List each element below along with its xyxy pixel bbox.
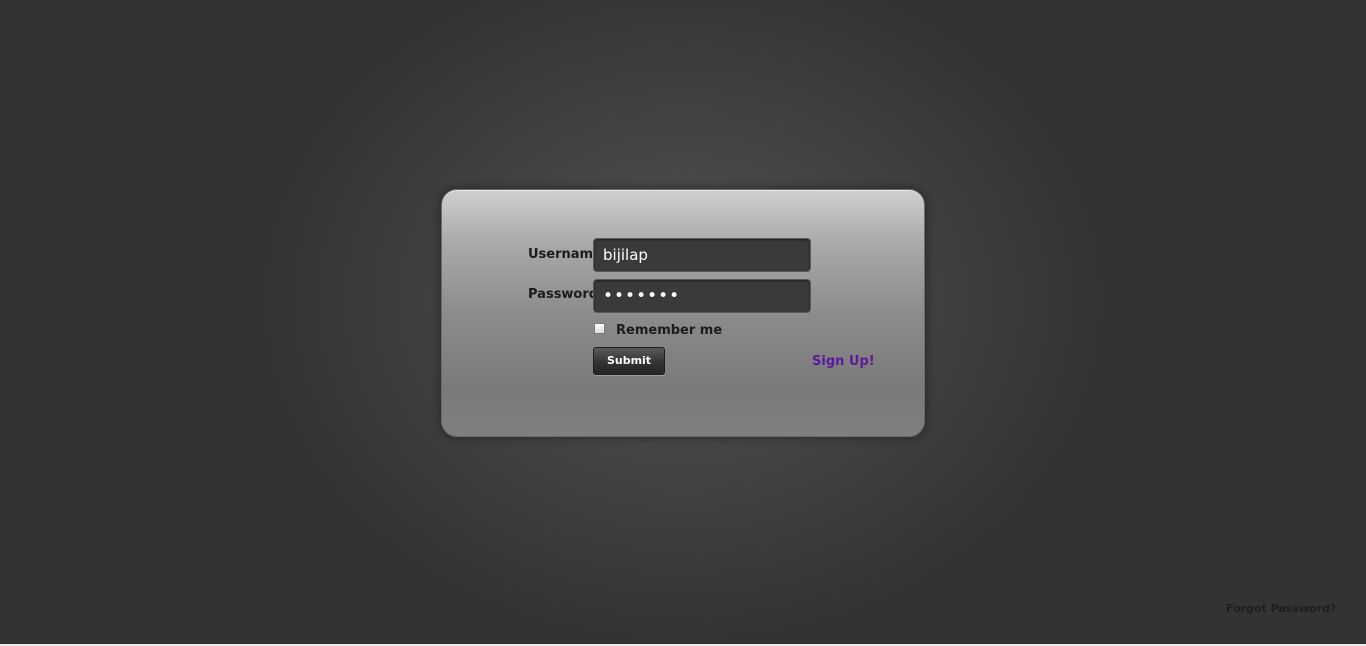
password-input[interactable] (593, 279, 811, 313)
submit-button[interactable]: Submit (593, 347, 665, 375)
remember-me-label: Remember me (616, 323, 723, 338)
sign-up-link[interactable]: Sign Up! (812, 354, 875, 369)
login-page: Username Password Remember me Submit Sig… (0, 0, 1366, 644)
username-input[interactable] (593, 238, 811, 272)
forgot-password-link[interactable]: Forgot Password? (1226, 602, 1336, 615)
username-label: Username (528, 247, 602, 262)
remember-me-checkbox[interactable] (594, 323, 605, 334)
password-label: Password (528, 287, 599, 302)
login-panel: Username Password Remember me Submit Sig… (441, 189, 925, 437)
